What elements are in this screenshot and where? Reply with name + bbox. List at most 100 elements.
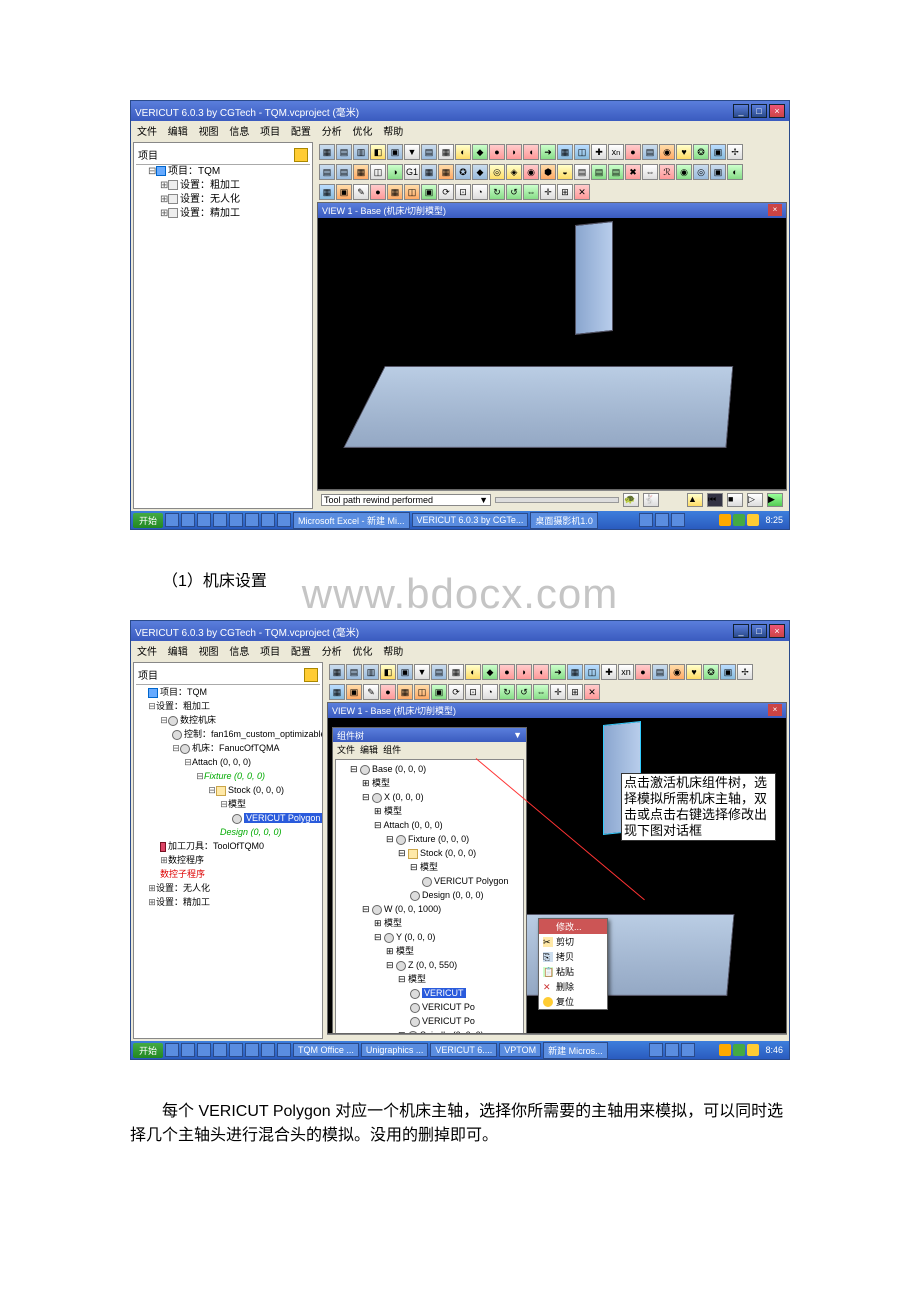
tree-item[interactable]: Stock (0, 0, 0) (228, 785, 284, 795)
tool-icon[interactable]: ▤ (336, 164, 352, 180)
context-menu[interactable]: 修改... ✂剪切 ⎘拷贝 📋粘贴 ✕删除 复位 (538, 918, 608, 1010)
tool-icon[interactable]: ◎ (693, 164, 709, 180)
tool-icon[interactable]: ◗ (506, 144, 522, 160)
tool-icon[interactable]: ❂ (703, 664, 719, 680)
tray-icon[interactable] (671, 513, 685, 527)
tree-item[interactable]: 数控机床 (180, 715, 216, 725)
tool-icon[interactable]: ▣ (387, 144, 403, 160)
menu-analysis[interactable]: 分析 (322, 647, 342, 658)
tool-icon[interactable]: xn (618, 664, 634, 680)
speed-icon[interactable]: 🐇 (643, 493, 659, 507)
menu-project[interactable]: 项目 (260, 647, 280, 658)
tree-item[interactable]: 数控子程序 (160, 869, 205, 879)
close-button[interactable]: × (769, 104, 785, 118)
tray-icon[interactable] (719, 1044, 731, 1056)
tray-icon[interactable] (747, 514, 759, 526)
menu-delete[interactable]: ✕删除 (539, 979, 607, 994)
tool-icon[interactable]: ◫ (404, 184, 420, 200)
tool-icon[interactable]: ◗ (516, 664, 532, 680)
tool-icon[interactable]: ◐ (455, 144, 471, 160)
tool-icon[interactable]: ✕ (574, 184, 590, 200)
menu-cut[interactable]: ✂剪切 (539, 934, 607, 949)
tool-icon[interactable]: ❂ (693, 144, 709, 160)
menu-reset[interactable]: 复位 (539, 994, 607, 1009)
tool-icon[interactable]: ● (625, 144, 641, 160)
node[interactable]: Design (0, 0, 0) (422, 890, 484, 900)
tool-icon[interactable]: ▤ (642, 144, 658, 160)
minimize-button[interactable]: _ (733, 624, 749, 638)
menu-edit[interactable]: 编辑 (168, 647, 188, 658)
tree-item[interactable]: 加工刀具：ToolOfTQM0 (168, 841, 264, 851)
tool-icon[interactable]: ▣ (397, 664, 413, 680)
tool-icon[interactable]: ◖ (523, 144, 539, 160)
tool-icon[interactable]: ▣ (421, 184, 437, 200)
node[interactable]: W (0, 0, 1000) (384, 904, 441, 914)
tool-icon[interactable]: ◫ (584, 664, 600, 680)
tool-icon[interactable]: ▤ (652, 664, 668, 680)
menu-project[interactable]: 项目 (260, 127, 280, 138)
tool-icon[interactable]: ▣ (710, 144, 726, 160)
tool-icon[interactable]: ● (499, 664, 515, 680)
tree-item[interactable]: 设置：精加工 (156, 897, 210, 907)
tool-icon[interactable]: ◒ (557, 164, 573, 180)
progress-slider[interactable] (495, 497, 619, 503)
quicklaunch-icon[interactable] (197, 1043, 211, 1057)
tool-icon[interactable]: ◉ (669, 664, 685, 680)
component-tree[interactable]: ⊟ Base (0, 0, 0) ⊞ 模型 ⊟ X (0, 0, 0) ⊞ 模型… (335, 759, 524, 1034)
tool-icon[interactable]: ▦ (421, 164, 437, 180)
node[interactable]: 模型 (396, 946, 414, 956)
tool-icon[interactable]: ◐ (465, 664, 481, 680)
quicklaunch-icon[interactable] (165, 1043, 179, 1057)
dialog-menu[interactable]: 组件 (383, 745, 401, 755)
tool-icon[interactable]: ◉ (523, 164, 539, 180)
quicklaunch-icon[interactable] (245, 1043, 259, 1057)
node[interactable]: Spindle (0, 0, 0) (420, 1030, 484, 1034)
tool-icon[interactable]: ♥ (676, 144, 692, 160)
tool-icon[interactable]: ◔ (482, 684, 498, 700)
viewport-close-icon[interactable]: × (768, 204, 782, 216)
node[interactable]: 模型 (420, 862, 438, 872)
node[interactable]: Base (0, 0, 0) (372, 764, 426, 774)
tool-icon[interactable]: ⟳ (438, 184, 454, 200)
tool-icon[interactable]: ✚ (601, 664, 617, 680)
menu-copy[interactable]: ⎘拷贝 (539, 949, 607, 964)
tree-toggle-icon[interactable] (294, 148, 308, 162)
tree-root[interactable]: 项目：TQM (160, 687, 207, 697)
tray-icon[interactable] (649, 1043, 663, 1057)
tool-icon[interactable]: ↺ (516, 684, 532, 700)
tray-icon[interactable] (681, 1043, 695, 1057)
tool-icon[interactable]: ◔ (472, 184, 488, 200)
dialog-menu[interactable]: 文件 (337, 745, 355, 755)
tool-icon[interactable]: ⇔ (523, 184, 539, 200)
tree-root[interactable]: 项目：TQM (168, 166, 220, 177)
minimize-button[interactable]: _ (733, 104, 749, 118)
node[interactable]: 模型 (372, 778, 390, 788)
menu-config[interactable]: 配置 (291, 647, 311, 658)
viewport[interactable]: VIEW 1 - Base (机床/切削模型) × (317, 202, 787, 490)
tool-icon[interactable]: ◈ (506, 164, 522, 180)
tree-toggle-icon[interactable] (304, 668, 318, 682)
menu-info[interactable]: 信息 (229, 647, 249, 658)
taskbar-item[interactable]: VERICUT 6.... (430, 1043, 497, 1057)
tool-icon[interactable]: ▦ (387, 184, 403, 200)
menu-edit[interactable]: 编辑 (168, 127, 188, 138)
quicklaunch-icon[interactable] (181, 513, 195, 527)
menu-config[interactable]: 配置 (291, 127, 311, 138)
stop-icon[interactable]: ■ (727, 493, 743, 507)
quicklaunch-icon[interactable] (229, 1043, 243, 1057)
menu-view[interactable]: 视图 (199, 127, 219, 138)
tool-icon[interactable]: ● (380, 684, 396, 700)
tool-icon[interactable]: ↺ (506, 184, 522, 200)
dialog-menu[interactable]: 编辑 (360, 745, 378, 755)
tool-icon[interactable]: ✪ (455, 164, 471, 180)
tool-icon[interactable]: ▦ (329, 684, 345, 700)
rewind-icon[interactable]: ⏮ (707, 493, 723, 507)
start-button[interactable]: 开始 (133, 1043, 163, 1058)
tool-icon[interactable]: ▤ (346, 664, 362, 680)
node[interactable]: Fixture (0, 0, 0) (408, 834, 469, 844)
tool-icon[interactable]: ▼ (404, 144, 420, 160)
tool-icon[interactable]: ◉ (659, 144, 675, 160)
tool-icon[interactable]: ● (489, 144, 505, 160)
tool-icon[interactable]: ✢ (737, 664, 753, 680)
node[interactable]: VERICUT Polygon (434, 876, 508, 886)
